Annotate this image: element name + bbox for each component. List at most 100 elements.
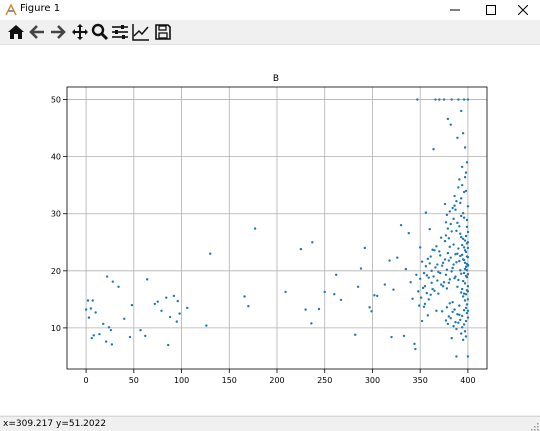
data-point <box>86 299 90 302</box>
pan-icon <box>72 24 88 40</box>
data-point <box>463 175 467 179</box>
edit-axis-button[interactable] <box>131 22 151 42</box>
data-point <box>463 249 467 252</box>
x-tick-label: 150 <box>222 376 237 385</box>
data-point <box>443 258 447 261</box>
data-point <box>460 326 464 329</box>
data-point <box>432 275 435 278</box>
data-point <box>373 294 376 297</box>
data-point <box>435 309 438 312</box>
data-point <box>178 312 181 315</box>
data-point <box>465 311 469 315</box>
data-point <box>422 271 426 275</box>
minimize-button[interactable] <box>438 0 472 20</box>
subplots-button[interactable] <box>110 22 130 42</box>
data-point <box>102 322 105 326</box>
data-point <box>420 260 424 263</box>
x-tick-label: 300 <box>365 376 380 385</box>
data-point <box>455 355 458 358</box>
data-point <box>453 308 456 311</box>
data-point <box>448 278 451 281</box>
data-point <box>450 98 453 101</box>
home-button[interactable] <box>6 22 26 42</box>
data-point <box>443 202 447 206</box>
data-point <box>449 256 452 259</box>
back-button[interactable] <box>27 22 47 42</box>
data-point <box>420 319 424 323</box>
data-point <box>144 334 147 338</box>
data-point <box>447 259 451 262</box>
maximize-button[interactable] <box>474 0 508 20</box>
data-point <box>447 237 451 240</box>
data-point <box>117 285 120 288</box>
data-point <box>92 334 95 337</box>
data-point <box>460 214 463 218</box>
data-point <box>447 281 451 285</box>
data-point <box>462 258 466 262</box>
data-point <box>418 246 422 249</box>
home-icon <box>8 25 24 39</box>
data-point <box>466 246 470 250</box>
data-point <box>376 294 379 298</box>
forward-button[interactable] <box>48 22 68 42</box>
data-point <box>432 148 435 151</box>
data-point <box>452 263 455 266</box>
resize-grip-icon[interactable] <box>529 421 539 431</box>
data-point <box>464 319 468 323</box>
data-point <box>111 280 115 283</box>
data-point <box>416 98 419 101</box>
data-point <box>448 302 451 305</box>
data-point <box>460 332 463 335</box>
data-point <box>451 310 454 314</box>
data-point <box>333 293 336 296</box>
window-title: Figure 1 <box>20 3 61 14</box>
data-point <box>466 241 470 244</box>
data-point <box>166 343 170 347</box>
data-point <box>463 146 467 149</box>
data-point <box>323 290 326 294</box>
data-point <box>465 225 469 229</box>
data-point <box>452 243 455 246</box>
zoom-button[interactable] <box>90 22 110 42</box>
data-point <box>461 211 465 215</box>
data-point <box>452 217 455 221</box>
data-point <box>176 299 179 303</box>
data-point <box>441 261 445 265</box>
data-point <box>455 327 458 331</box>
close-button[interactable] <box>506 0 540 20</box>
data-point <box>98 332 101 336</box>
data-point <box>447 315 451 318</box>
save-button[interactable] <box>153 22 173 42</box>
data-point <box>455 199 458 203</box>
data-point <box>462 323 466 326</box>
forward-icon <box>51 25 66 39</box>
data-point <box>453 277 456 280</box>
scatter-plot[interactable]: B 0 50 100 150 200 250 300 350 400 10 20 30 40 50 <box>0 45 540 415</box>
data-point <box>128 335 132 339</box>
data-point <box>429 293 432 296</box>
data-point <box>444 319 448 322</box>
data-point <box>413 342 416 346</box>
data-point <box>87 316 91 319</box>
data-point <box>428 227 431 231</box>
data-point <box>460 235 463 239</box>
data-point <box>465 303 469 306</box>
data-point <box>460 314 464 318</box>
x-tick-label: 350 <box>413 376 428 385</box>
figure-canvas[interactable]: B 0 50 100 150 200 250 300 350 400 10 20 30 40 50 <box>0 45 540 415</box>
zoom-icon <box>91 23 109 41</box>
data-point <box>452 324 455 328</box>
data-point <box>433 289 436 292</box>
data-point <box>459 318 462 322</box>
data-point <box>427 276 430 279</box>
data-point <box>434 98 437 101</box>
data-point <box>442 98 446 101</box>
data-point <box>94 311 97 314</box>
pan-button[interactable] <box>70 22 90 42</box>
data-point <box>402 334 406 338</box>
x-tick-label: 400 <box>460 376 475 385</box>
data-point <box>156 300 159 303</box>
data-point <box>460 291 463 294</box>
data-point <box>445 268 449 271</box>
data-point <box>247 305 250 308</box>
